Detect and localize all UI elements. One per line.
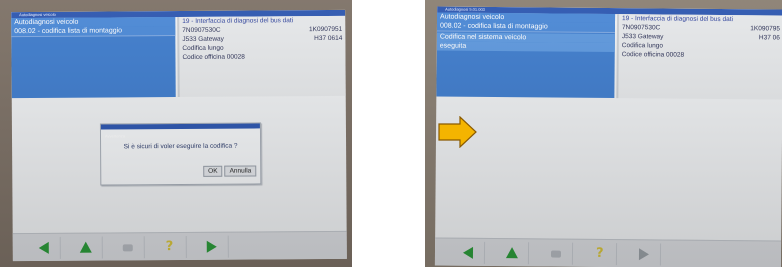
- selected-function[interactable]: 008.02 - codifica lista di montaggio: [11, 26, 176, 38]
- forward-button[interactable]: [626, 243, 662, 266]
- back-button[interactable]: [450, 241, 486, 264]
- workshop-code: Codice officina 00028: [182, 53, 245, 61]
- dialog-title: Avvertenza: [104, 133, 125, 139]
- up-button[interactable]: [68, 236, 103, 259]
- workshop-code: Codice officina 00028: [621, 51, 685, 59]
- up-arrow-icon: [79, 241, 92, 253]
- forward-arrow-icon: [206, 240, 217, 253]
- dialog-message: Si è sicuri di voler eseguire la codific…: [123, 142, 238, 151]
- back-button[interactable]: [26, 236, 61, 260]
- back-arrow-icon: [462, 246, 474, 259]
- software-version: H37 0614: [314, 34, 343, 43]
- bottom-toolbar: ?: [434, 237, 782, 267]
- part-number: 7N0907530C: [182, 26, 221, 34]
- right-monitor-photo: Autodiagnosi 5.01.003 Autodiagnosi veico…: [425, 0, 782, 267]
- pointer-arrow-icon: [438, 116, 477, 148]
- print-button[interactable]: [110, 236, 145, 259]
- hardware-number: 1K090795: [750, 25, 780, 33]
- print-button[interactable]: [538, 242, 574, 265]
- dialog-buttons: OK Annulla: [203, 165, 257, 177]
- left-monitor-photo: Autodiagnosi veicolo Autodiagnosi veicol…: [0, 0, 352, 267]
- part-number: 7N0907530C: [621, 24, 661, 32]
- cancel-button[interactable]: Annulla: [224, 165, 257, 177]
- hardware-number: 1K0907951: [308, 25, 343, 34]
- component-name: J533 Gateway: [182, 35, 224, 43]
- dialog-titlebar: Avvertenza: [100, 123, 260, 139]
- help-icon: ?: [595, 245, 604, 261]
- forward-arrow-icon: [638, 248, 650, 261]
- confirm-dialog: Avvertenza Si è sicuri di voler eseguire…: [99, 122, 262, 186]
- selected-function[interactable]: 008.02 - codifica lista di montaggio: [436, 21, 615, 34]
- help-icon: ?: [165, 239, 174, 255]
- component-name: J533 Gateway: [621, 33, 664, 41]
- result-message-line2: eseguita: [436, 41, 615, 53]
- ecu-info-panel: 19 - Interfaccia di diagnosi del bus dat…: [616, 14, 782, 100]
- left-screen: Autodiagnosi veicolo Autodiagnosi veicol…: [11, 9, 347, 262]
- bottom-toolbar: ?: [12, 230, 347, 262]
- software-version: H37 06: [758, 34, 780, 42]
- function-panel: Autodiagnosi veicolo 008.02 - codifica l…: [436, 12, 616, 99]
- print-icon: [122, 244, 133, 252]
- ok-button[interactable]: OK: [203, 165, 223, 177]
- help-button[interactable]: ?: [582, 242, 618, 266]
- print-icon: [550, 250, 562, 258]
- ecu-info-panel: 19 - Interfaccia di diagnosi del bus dat…: [177, 15, 346, 98]
- help-button[interactable]: ?: [152, 235, 187, 259]
- up-arrow-icon: [505, 247, 519, 259]
- function-panel: Autodiagnosi veicolo 008.02 - codifica l…: [11, 17, 176, 99]
- forward-button[interactable]: [194, 235, 229, 258]
- up-button[interactable]: [494, 242, 530, 265]
- right-screen: Autodiagnosi 5.01.003 Autodiagnosi veico…: [434, 6, 782, 267]
- back-arrow-icon: [38, 241, 49, 254]
